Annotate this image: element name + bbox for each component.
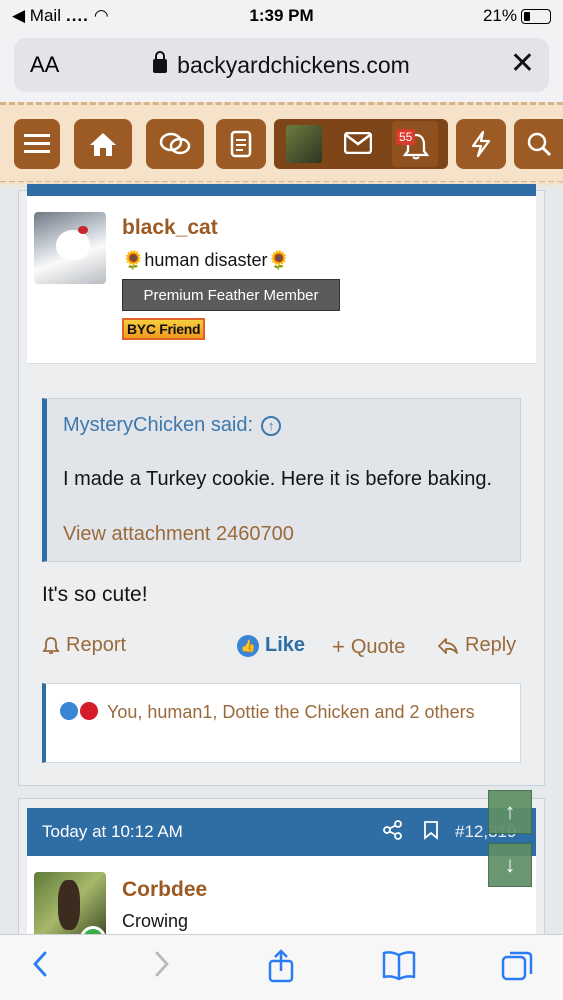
post-actions: Report 👍 Like + Quote Reply [42, 634, 522, 662]
browser-toolbar [0, 934, 563, 1000]
alerts-count-badge: 55 [396, 129, 416, 145]
bookmark-icon[interactable] [423, 820, 439, 840]
next-user-title: Crowing [122, 911, 189, 931]
post-timestamp[interactable]: Today at 10:12 AM [42, 822, 183, 842]
heart-reaction-icon [78, 700, 100, 722]
next-post-username[interactable]: Corbdee [122, 878, 207, 902]
hamburger-icon [24, 134, 50, 153]
back-button[interactable] [30, 949, 50, 987]
document-icon [230, 130, 252, 158]
go-to-post-icon[interactable]: ↑ [261, 415, 282, 436]
battery-icon [521, 8, 551, 24]
reply-label: Reply [465, 634, 517, 656]
url-text: backyardchickens.com [177, 52, 410, 78]
bookmarks-button[interactable] [381, 949, 417, 989]
report-button[interactable]: Report [42, 634, 126, 657]
report-label: Report [66, 634, 127, 656]
user-avatar[interactable] [34, 212, 106, 284]
status-time: 1:39 PM [249, 6, 314, 25]
book-icon [382, 951, 416, 981]
user-avatar[interactable] [286, 125, 322, 163]
close-icon[interactable]: ✕ [510, 49, 535, 79]
tabs-button[interactable] [501, 949, 535, 991]
like-reaction-icon [58, 700, 80, 722]
whats-new-button[interactable] [456, 119, 506, 169]
like-label: Like [265, 634, 306, 656]
home-icon [90, 133, 116, 156]
quote-author: MysteryChicken said: [63, 414, 254, 436]
lock-icon [153, 51, 168, 73]
post-header-strip [27, 184, 536, 196]
forums-button[interactable] [146, 119, 204, 169]
status-bar: ◀ Mail .... ◠ 1:39 PM 21% [0, 0, 563, 34]
share-icon [268, 949, 294, 983]
url-field[interactable]: backyardchickens.com [14, 51, 549, 79]
tabs-icon [501, 951, 533, 981]
alerts-button[interactable]: 55 [392, 121, 438, 167]
home-button[interactable] [74, 119, 132, 169]
conversations-button[interactable] [343, 131, 373, 160]
battery-status: 21% [483, 6, 551, 26]
browser-address-area: AA backyardchickens.com ✕ [0, 34, 563, 102]
post-username[interactable]: black_cat [122, 216, 218, 240]
reply-icon [438, 637, 458, 654]
address-bar[interactable]: AA backyardchickens.com ✕ [14, 38, 549, 92]
scroll-down-button[interactable]: ↓ [488, 843, 532, 887]
plus-icon: + [332, 634, 345, 659]
arrow-up-icon: ↑ [504, 799, 516, 824]
post-body: It's so cute! [42, 583, 148, 606]
share-icon[interactable] [383, 820, 403, 840]
share-button[interactable] [266, 949, 296, 991]
premium-member-badge: Premium Feather Member [122, 279, 340, 311]
like-button[interactable]: 👍 Like [237, 634, 305, 657]
bell-icon [42, 636, 60, 654]
chevron-left-icon [33, 951, 47, 977]
quote-button[interactable]: + Quote [332, 634, 405, 660]
reaction-icons [58, 699, 104, 723]
reply-button[interactable]: Reply [437, 634, 516, 657]
envelope-icon [343, 131, 373, 155]
arrow-down-icon: ↓ [504, 852, 516, 877]
account-group: 55 [274, 119, 448, 169]
forward-button[interactable] [152, 949, 172, 987]
articles-button[interactable] [216, 119, 266, 169]
quote-label: Quote [350, 635, 406, 658]
quote-text: I made a Turkey cookie. Here it is befor… [63, 468, 493, 490]
user-title: 🌻human disaster🌻 [122, 250, 290, 270]
thumbs-up-icon: 👍 [237, 634, 259, 657]
search-button[interactable] [514, 119, 563, 169]
post-header-icons [383, 820, 439, 840]
chat-bubbles-icon [159, 132, 191, 155]
battery-percent: 21% [482, 6, 517, 25]
chevron-right-icon [155, 951, 169, 977]
scroll-up-button[interactable]: ↑ [488, 790, 532, 834]
lightning-icon [471, 130, 491, 158]
menu-button[interactable] [14, 119, 60, 169]
reactions-text[interactable]: You, human1, Dottie the Chicken and 2 ot… [107, 699, 507, 726]
search-icon [527, 132, 551, 157]
attachment-link[interactable]: View attachment 2460700 [63, 523, 294, 546]
byc-friend-badge: BYC Friend [122, 318, 206, 340]
quote-author-link[interactable]: MysteryChicken said: ↑ [63, 414, 282, 437]
site-nav: 55 [0, 102, 563, 184]
